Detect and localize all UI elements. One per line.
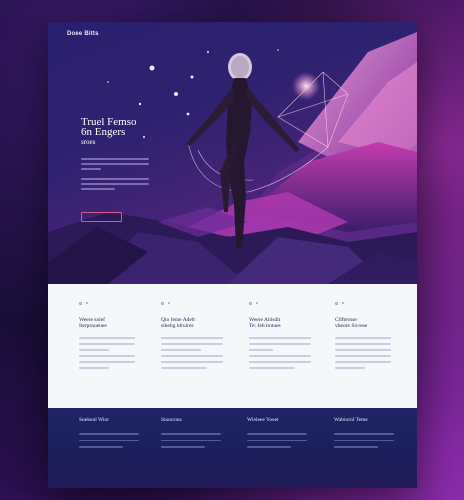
footer-column-1: Snekenl Wior bbox=[79, 417, 149, 453]
feature-title: Weere snlef Iterprnuenee bbox=[79, 317, 107, 329]
hero-title-line-3: sroes bbox=[81, 138, 96, 146]
hero-cta-button[interactable] bbox=[81, 212, 122, 222]
footer-section: Snekenl Wior Snuorons Wieleee Yoeet Wabi… bbox=[48, 408, 417, 488]
feature-card-1: Weere snlef Iterprnuenee bbox=[79, 300, 149, 374]
feature-icon bbox=[161, 300, 231, 306]
feature-text bbox=[249, 337, 319, 370]
feature-card-2: Qio feme Adelt sihehg ldruires bbox=[161, 300, 231, 374]
feature-text bbox=[335, 337, 405, 370]
site-logo[interactable]: Doee Bitts bbox=[67, 31, 99, 37]
feature-title: Weere Ahlsdit Te: Jeb itntues bbox=[249, 317, 281, 329]
top-nav: Doee Bitts bbox=[48, 22, 417, 46]
footer-column-2: Snuorons bbox=[161, 417, 231, 453]
hero-section: Doee Bitts Truel Femso 6n Engers sroes bbox=[48, 22, 417, 284]
hero-illustration bbox=[48, 32, 417, 284]
light-flare bbox=[292, 72, 320, 100]
hero-title-line-2: 6n Engers bbox=[81, 126, 126, 138]
feature-card-4: Cllfternse vheore Sicrese bbox=[335, 300, 405, 374]
feature-text bbox=[161, 337, 231, 370]
footer-column-title: Wieleee Yoeet bbox=[247, 417, 279, 423]
footer-column-title: Snuorons bbox=[161, 417, 182, 423]
footer-column-title: Wabiornl Teme bbox=[334, 417, 368, 423]
footer-column-3: Wieleee Yoeet bbox=[247, 417, 317, 453]
feature-icon bbox=[79, 300, 149, 306]
features-section: Weere snlef Iterprnuenee Qio feme Adelt … bbox=[48, 284, 417, 408]
footer-column-4: Wabiornl Teme bbox=[334, 417, 404, 453]
feature-title: Cllfternse vheore Sicrese bbox=[335, 317, 368, 329]
nav-cta-button[interactable] bbox=[389, 30, 395, 32]
feature-icon bbox=[335, 300, 405, 306]
feature-card-3: Weere Ahlsdit Te: Jeb itntues bbox=[249, 300, 319, 374]
feature-title: Qio feme Adelt sihehg ldruires bbox=[161, 317, 195, 329]
page-frame: Doee Bitts Truel Femso 6n Engers sroes W… bbox=[48, 22, 417, 488]
footer-column-title: Snekenl Wior bbox=[79, 417, 110, 423]
feature-text bbox=[79, 337, 149, 370]
hero-title: Truel Femso 6n Engers sroes bbox=[81, 117, 201, 147]
feature-icon bbox=[249, 300, 319, 306]
hero-body-text bbox=[81, 158, 181, 193]
